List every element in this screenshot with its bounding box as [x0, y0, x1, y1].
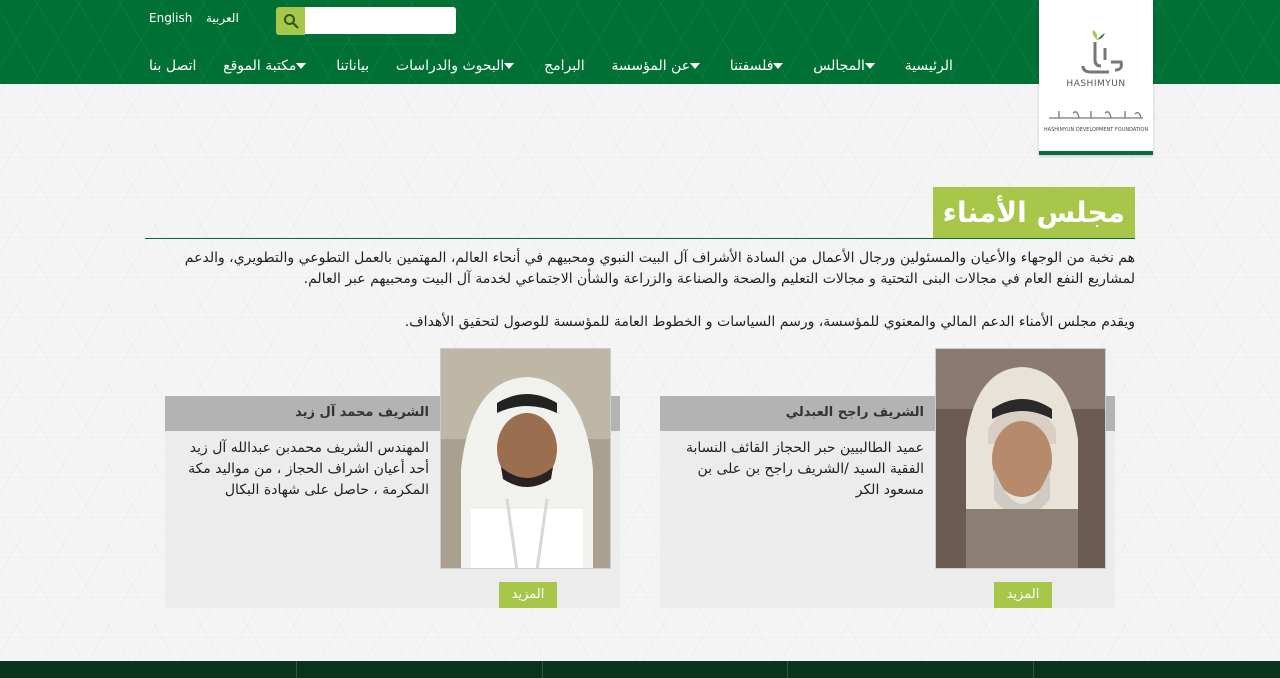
main-nav: الرئيسية المجالس فلسفتنا عن المؤسسة البر…	[149, 55, 953, 77]
intro-paragraph-2: ويقدم مجلس الأمناء الدعم المالي والمعنوي…	[404, 314, 1135, 330]
more-button[interactable]: المزيد	[994, 582, 1052, 608]
nav-home[interactable]: الرئيسية	[905, 58, 953, 74]
chevron-down-icon	[296, 63, 307, 69]
nav-research[interactable]: البحوث والدراسات	[396, 58, 517, 74]
chevron-down-icon	[690, 63, 701, 69]
nav-data[interactable]: بياناتنا	[336, 58, 369, 74]
nav-library[interactable]: مكتبة الموقع	[223, 58, 309, 74]
nav-data-label: بياناتنا	[336, 58, 370, 74]
member-name: الشريف محمد آل زيد	[295, 405, 429, 420]
nav-home-label: الرئيسية	[904, 58, 953, 74]
search-icon	[283, 14, 299, 29]
chevron-down-icon	[504, 63, 515, 69]
nav-philosophy-label: فلسفتنا	[729, 58, 774, 74]
footer-divider	[296, 661, 297, 678]
title-divider	[145, 238, 1135, 239]
nav-councils[interactable]: المجالس	[813, 58, 878, 74]
logo-mark-icon	[1081, 30, 1123, 74]
search-button[interactable]	[276, 7, 305, 35]
nav-contact[interactable]: اتصل بنا	[149, 58, 196, 74]
chevron-down-icon	[864, 63, 875, 69]
nav-about-label: عن المؤسسة	[611, 58, 691, 74]
logo-english-text: HASHIMYUN	[1066, 79, 1126, 89]
site-logo[interactable]: HASHIMYUN HASHIMYUN DEVELOPMENT FOUNDATI…	[1039, 0, 1153, 155]
nav-programs-label: البرامج	[544, 58, 585, 74]
nav-councils-label: المجالس	[813, 58, 865, 74]
more-button[interactable]: المزيد	[499, 582, 557, 608]
member-bio: المهندس الشريف محمدبن عبدالله آل زيد أحد…	[188, 440, 429, 498]
footer-divider	[787, 661, 788, 678]
member-bio: عميد الطالبيين حبر الحجاز القائف النسابة…	[685, 440, 924, 498]
logo-arabic-wordmark-icon	[1049, 111, 1143, 119]
language-english-link[interactable]: English	[149, 11, 192, 25]
member-photo	[440, 348, 611, 569]
nav-research-label: البحوث والدراسات	[395, 58, 505, 74]
member-name: الشريف راجح العبدلي	[785, 405, 924, 420]
nav-philosophy[interactable]: فلسفتنا	[730, 58, 787, 74]
search-input[interactable]	[305, 7, 456, 34]
footer-divider	[542, 661, 543, 678]
nav-programs[interactable]: البرامج	[544, 58, 585, 74]
member-portrait-icon	[936, 349, 1105, 568]
language-arabic-link[interactable]: العربية	[206, 11, 239, 25]
nav-library-label: مكتبة الموقع	[223, 58, 297, 74]
footer-divider	[1033, 661, 1034, 678]
intro-paragraph: هم نخبة من الوجهاء والأعيان والمسئولين و…	[184, 250, 1135, 287]
page-title: مجلس الأمناء	[932, 187, 1135, 239]
nav-contact-label: اتصل بنا	[149, 58, 197, 74]
member-photo	[935, 348, 1106, 569]
member-portrait-icon	[441, 349, 610, 568]
logo-tagline: HASHIMYUN DEVELOPMENT FOUNDATION	[1043, 127, 1149, 133]
nav-about[interactable]: عن المؤسسة	[611, 58, 703, 74]
chevron-down-icon	[773, 63, 784, 69]
site-footer	[0, 661, 1280, 678]
